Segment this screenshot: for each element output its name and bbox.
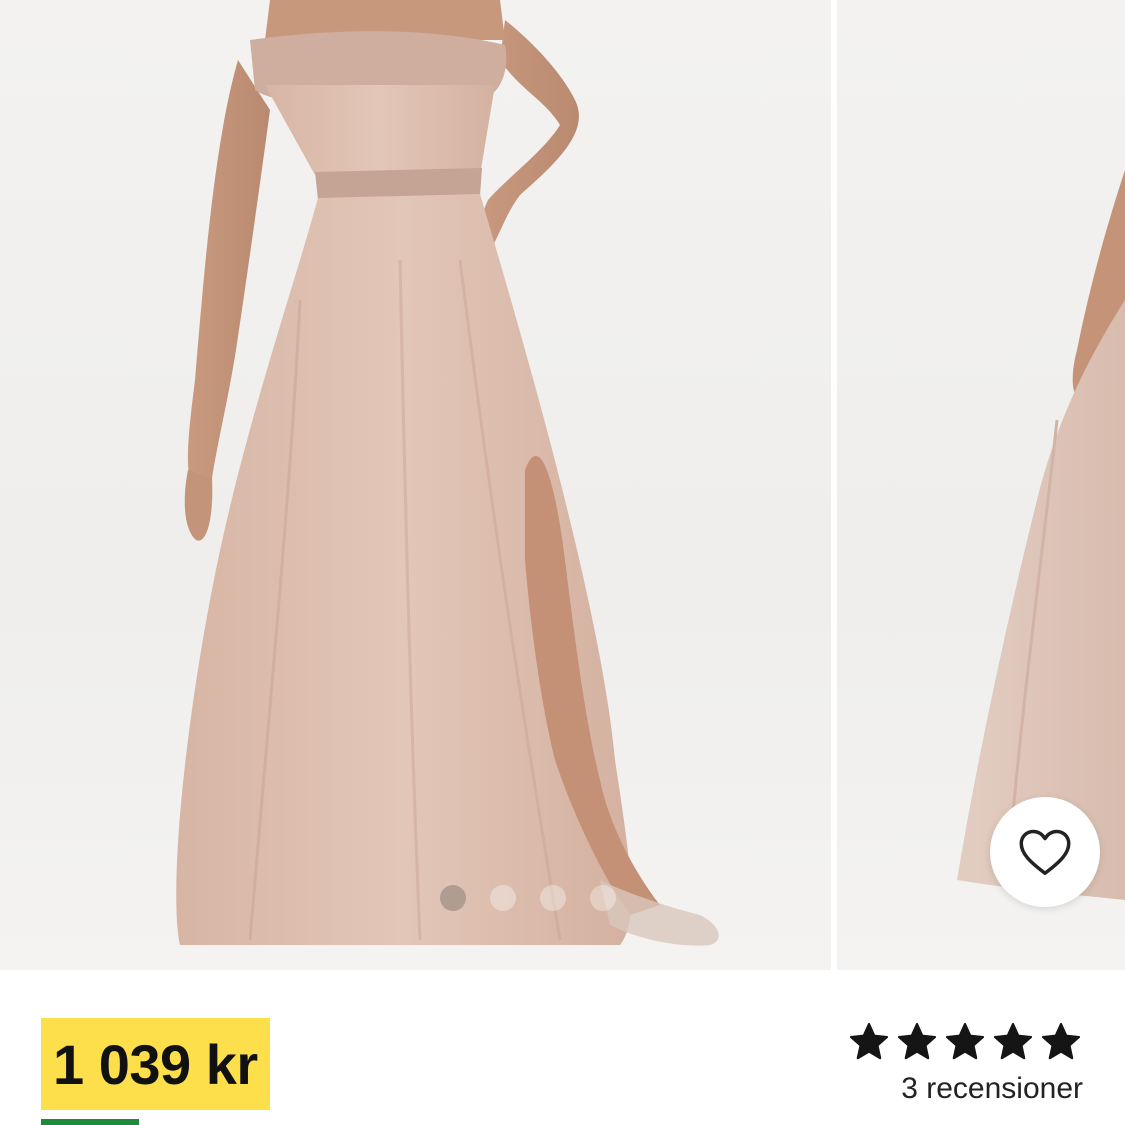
star-icon [945, 1022, 985, 1060]
dress-front-illustration [176, 0, 719, 946]
product-image-front[interactable] [0, 0, 831, 970]
star-icon [993, 1022, 1033, 1060]
review-count-link[interactable]: 3 recensioner [901, 1072, 1083, 1106]
pagination-dot-3[interactable] [540, 885, 566, 911]
favorite-button[interactable] [990, 797, 1100, 907]
price-underline-bar [41, 1119, 139, 1125]
star-icon [849, 1022, 889, 1060]
gallery-pagination[interactable] [440, 884, 616, 912]
pagination-dot-4[interactable] [590, 885, 616, 911]
heart-outline-icon [1019, 829, 1071, 875]
price-badge: 1 039 kr [41, 1018, 270, 1110]
star-icon [897, 1022, 937, 1060]
product-rating[interactable]: 3 recensioner [823, 1020, 1083, 1106]
rating-stars [847, 1020, 1083, 1064]
product-image-gallery[interactable] [0, 0, 1125, 970]
star-icon [1041, 1022, 1081, 1060]
pagination-dot-1[interactable] [440, 885, 466, 911]
product-price: 1 039 kr [53, 1032, 258, 1096]
pagination-dot-2[interactable] [490, 885, 516, 911]
